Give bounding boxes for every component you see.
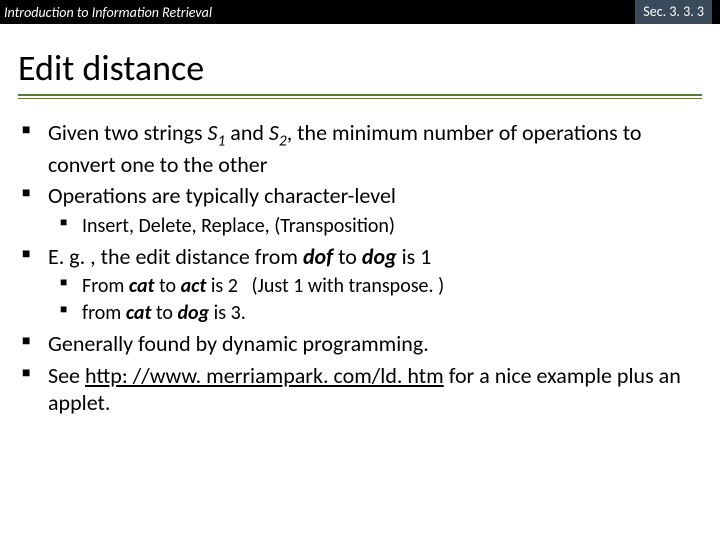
header-left-text: Introduction to Information Retrieval <box>4 4 212 21</box>
word-dof: dof <box>303 243 333 270</box>
text: Operations are typically character-level <box>48 182 396 209</box>
bullet-2: Operations are typically character-level… <box>44 182 702 239</box>
text: is 1 <box>397 243 432 270</box>
text: E. g. , the edit distance from <box>48 243 303 270</box>
header-section-ref: Sec. 3. 3. 3 <box>635 0 712 24</box>
var-s2: S <box>269 119 279 146</box>
bullet-3: E. g. , the edit distance from dof to do… <box>44 243 702 327</box>
text: See <box>48 362 85 389</box>
bullet-list: Given two strings S1 and S2, the minimum… <box>18 119 702 417</box>
text: From <box>82 274 129 298</box>
bullet-2-1: Insert, Delete, Replace, (Transposition) <box>82 214 702 239</box>
word-cat: cat <box>126 301 152 325</box>
bullet-1: Given two strings S1 and S2, the minimum… <box>44 119 702 178</box>
text: from <box>82 301 126 325</box>
word-dog: dog <box>362 243 397 270</box>
bullet-4: Generally found by dynamic programming. <box>44 330 702 358</box>
bullet-3-1: From cat to act is 2 (Just 1 with transp… <box>82 274 702 299</box>
text: is 3. <box>209 301 246 325</box>
title-underline <box>18 94 702 99</box>
slide-title: Edit distance <box>18 46 702 90</box>
bullet-5: See http: //www. merriampark. com/ld. ht… <box>44 362 702 417</box>
slide-header: Introduction to Information Retrieval Se… <box>0 0 720 24</box>
word-act: act <box>181 274 207 298</box>
title-area: Edit distance <box>0 24 720 105</box>
text: Generally found by dynamic programming. <box>48 330 429 357</box>
bullet-3-2: from cat to dog is 3. <box>82 301 702 326</box>
var-s1: S <box>208 119 218 146</box>
word-cat: cat <box>129 274 155 298</box>
link-text: http: //www. merriampark. com/ld. htm <box>85 362 444 389</box>
sub-list: Insert, Delete, Replace, (Transposition) <box>48 214 702 239</box>
annotation: (Just 1 with transpose. ) <box>251 274 444 298</box>
text: to <box>151 301 177 325</box>
text: Insert, Delete, Replace, (Transposition) <box>82 214 395 238</box>
word-dog: dog <box>177 301 209 325</box>
text: to <box>154 274 180 298</box>
slide-content: Given two strings S1 and S2, the minimum… <box>0 105 720 417</box>
text: to <box>333 243 362 270</box>
text: is 2 <box>206 274 238 298</box>
sub-list: From cat to act is 2 (Just 1 with transp… <box>48 274 702 326</box>
text: and <box>225 119 269 146</box>
sub-2: 2 <box>279 131 287 150</box>
text: Given two strings <box>48 119 208 146</box>
